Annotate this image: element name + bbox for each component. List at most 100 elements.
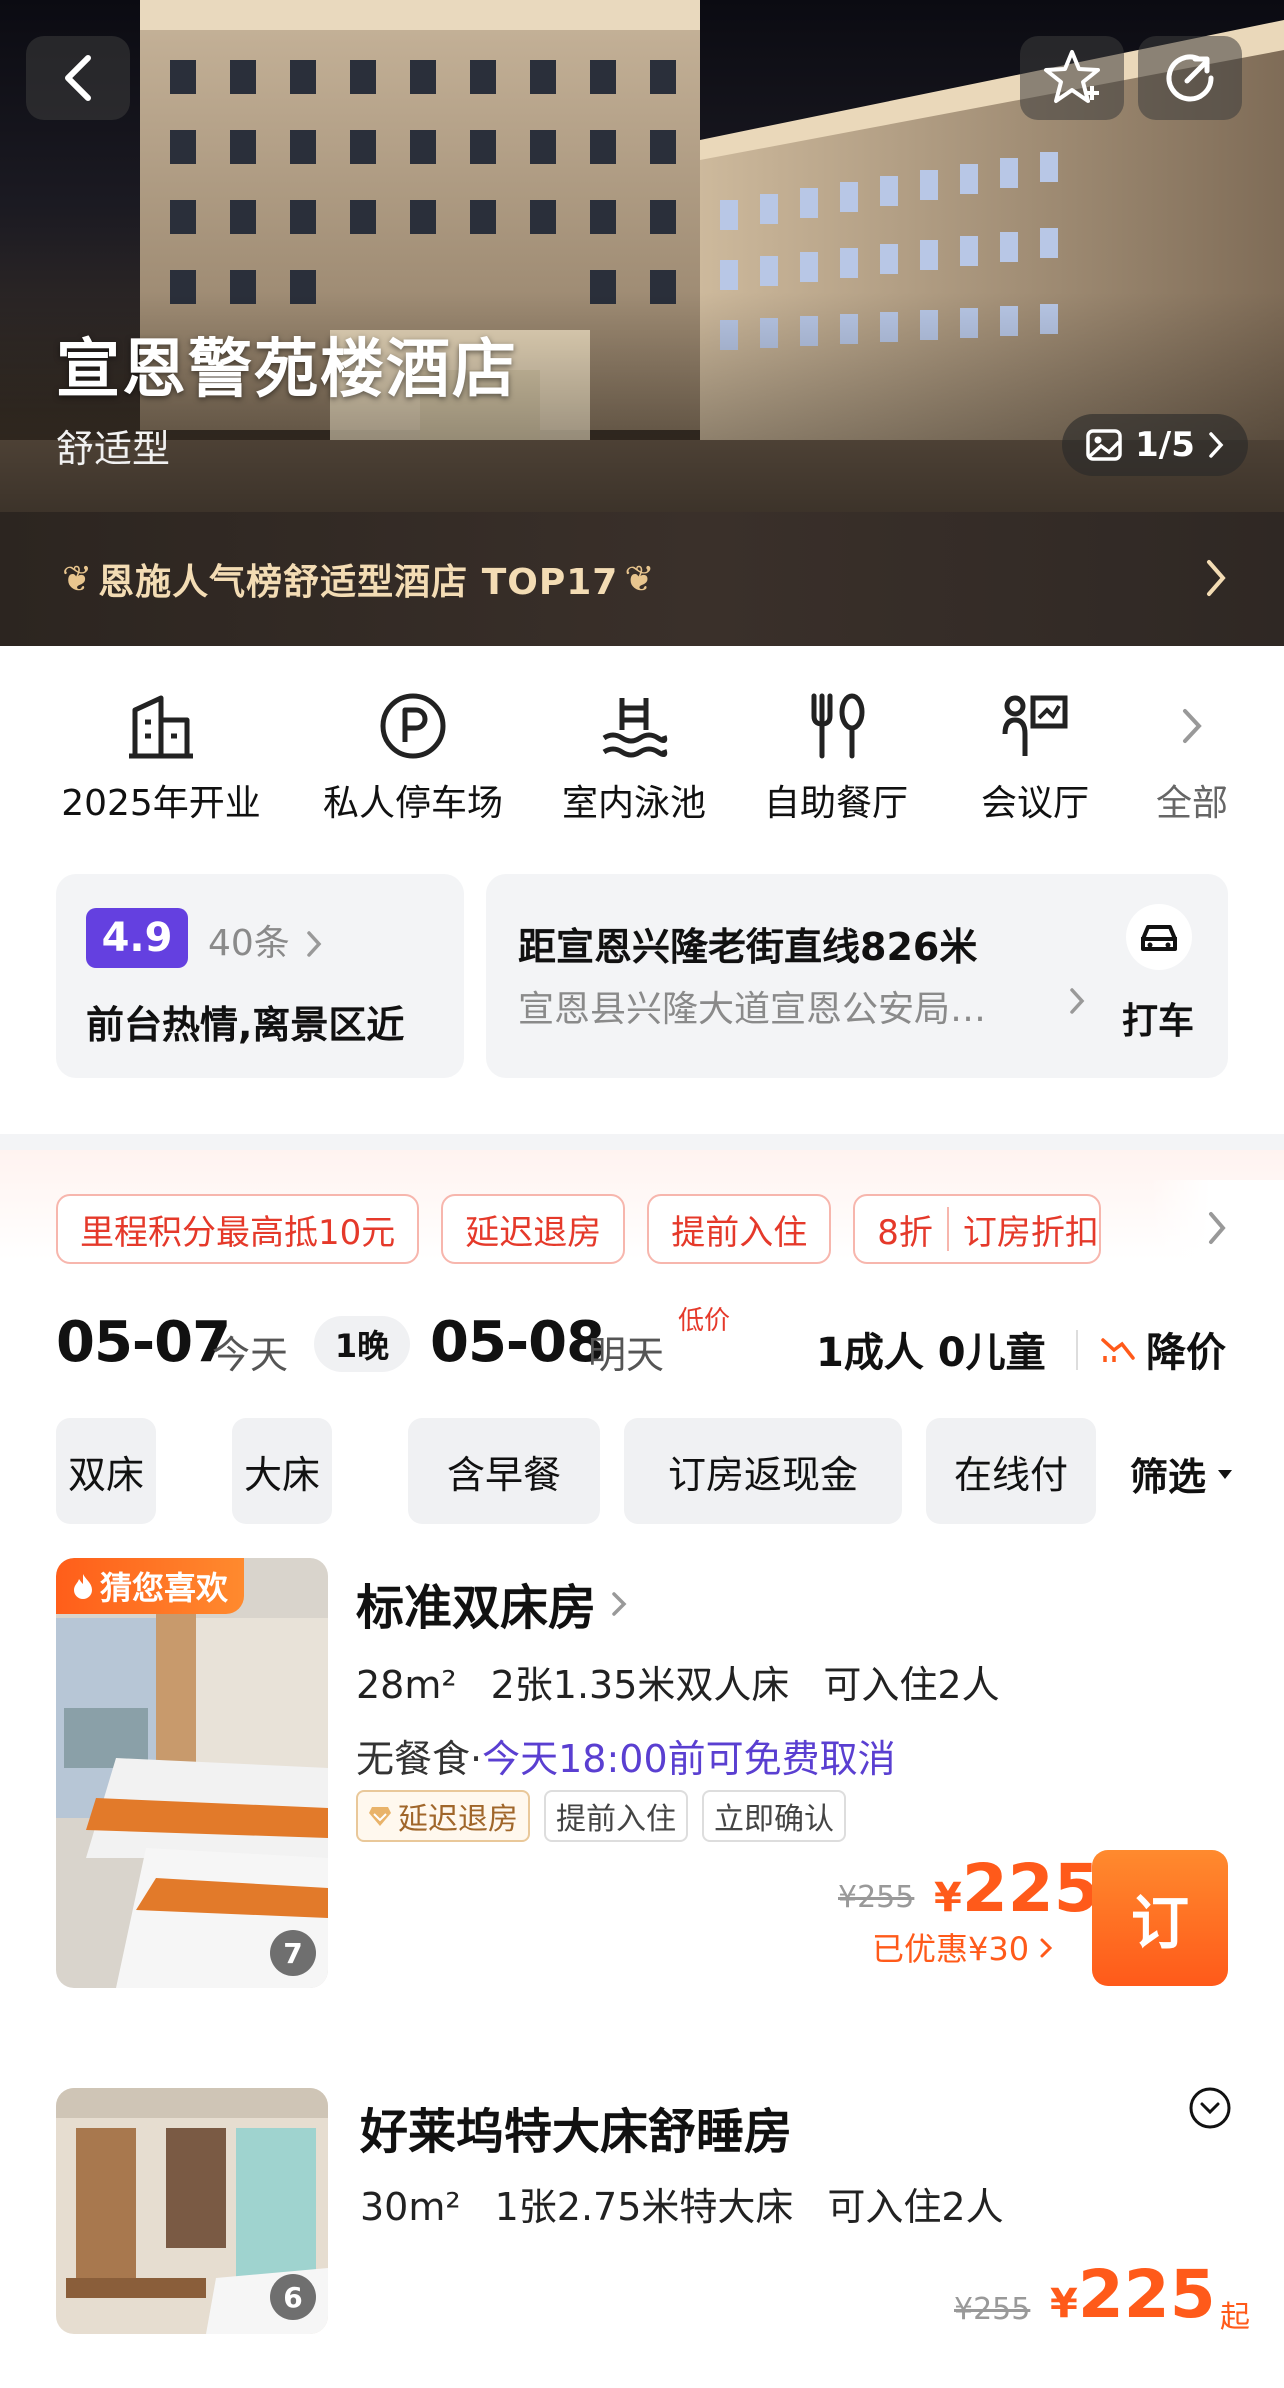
filter-cashback[interactable]: 订房返现金 [624, 1418, 902, 1524]
photo-count-badge: 6 [270, 2274, 316, 2320]
facility-meeting-room[interactable]: 会议厅 [960, 688, 1110, 826]
room-card-hollywood-king[interactable]: 6 好莱坞特大床舒睡房 30m² 1张2.75米特大床 可入住2人 ¥255 ¥22… [0, 2046, 1284, 2388]
promo-more-button[interactable] [1150, 1180, 1284, 1276]
promo-tag-early-checkin[interactable]: 提前入住 [647, 1194, 832, 1264]
facility-label: 自助餐厅 [763, 783, 908, 824]
filter-twin-bed[interactable]: 双床 [56, 1418, 156, 1524]
facility-label: 会议厅 [980, 783, 1089, 824]
restaurant-icon [811, 693, 865, 759]
taxi-label[interactable]: 打车 [1122, 992, 1194, 1044]
room-bed: 1张2.75米特大床 [494, 2185, 794, 2229]
filter-label: 筛选 [1130, 1455, 1207, 1499]
room-name: 标准双床房 [356, 1580, 597, 1636]
chevron-right-icon [307, 931, 322, 957]
back-button[interactable] [26, 36, 130, 120]
share-button[interactable] [1138, 36, 1242, 120]
chevron-right-icon [1209, 1212, 1226, 1244]
review-card[interactable]: 4.9 40条 前台热情,离景区近 [56, 874, 464, 1078]
meal-info: 无餐食 [356, 1737, 471, 1781]
filter-breakfast[interactable]: 含早餐 [408, 1418, 600, 1524]
room-tag-late-checkout: 延迟退房 [356, 1790, 530, 1842]
filter-pay-online[interactable]: 在线付 [926, 1418, 1096, 1524]
current-price: ¥225 [934, 1850, 1100, 1927]
chevron-right-icon [1207, 560, 1226, 596]
promo-tag-late-checkout[interactable]: 延迟退房 [441, 1194, 626, 1264]
room-name: 好莱坞特大床舒睡房 [360, 2104, 793, 2160]
taxi-icon-button[interactable] [1126, 904, 1192, 970]
flame-icon [74, 1574, 92, 1599]
checkout-date[interactable]: 05-08 [430, 1310, 605, 1375]
chevron-right-icon [1070, 988, 1085, 1014]
promo-tag-discount[interactable]: 8折 订房折扣 [853, 1194, 1101, 1264]
book-button[interactable]: 订 [1092, 1850, 1228, 1986]
checkout-day: 明天 [588, 1333, 665, 1377]
tag-label: 延迟退房 [398, 1802, 518, 1837]
room-specs: 28m² 2张1.35米双人床 可入住2人 [356, 1654, 1034, 1709]
location-distance: 距宣恩兴隆老街直线826米 [518, 925, 978, 969]
current-price: ¥225 [1050, 2256, 1216, 2333]
cancel-policy: 今天18:00前可免费取消 [482, 1737, 896, 1781]
hotel-hero-image[interactable]: 宣恩警苑楼酒店 舒适型 1/5 [0, 0, 1284, 512]
guest-count[interactable]: 1成人 0儿童 [816, 1320, 1046, 1378]
hotel-info-section: 2025年开业 私人停车场 室内泳池 自助餐厅 会议厅 全部 4.9 40条 前… [0, 646, 1284, 1134]
facility-opening-year[interactable]: 2025年开业 [56, 688, 266, 826]
room-bed: 2张1.35米双人床 [490, 1663, 790, 1707]
discount-info[interactable]: 已优惠¥30 [872, 1924, 1053, 1970]
hotel-type: 舒适型 [56, 427, 171, 471]
divider [946, 1207, 949, 1251]
facility-parking[interactable]: 私人停车场 [316, 688, 510, 826]
building-icon [129, 695, 193, 759]
ranking-banner[interactable]: ❦ 恩施人气榜舒适型酒店 TOP17 ❦ [0, 512, 1284, 646]
facility-label: 室内泳池 [561, 783, 706, 824]
expand-chevron-icon[interactable] [1188, 2086, 1232, 2130]
price-drop-label: 降价 [1146, 1330, 1226, 1376]
filter-double-bed[interactable]: 大床 [232, 1418, 332, 1524]
room-tag-instant-confirm: 立即确认 [702, 1790, 846, 1842]
facility-pool[interactable]: 室内泳池 [556, 688, 712, 826]
facilities-row: 2025年开业 私人停车场 室内泳池 自助餐厅 会议厅 全部 [0, 688, 1284, 824]
laurel-left-icon: ❦ [62, 558, 93, 600]
divider [1076, 1330, 1078, 1370]
room-area: 30m² [360, 2185, 461, 2229]
star-add-icon [1044, 50, 1100, 103]
review-summary: 前台热情,离景区近 [86, 1003, 405, 1047]
nights-count: 1晚 [314, 1316, 410, 1372]
pool-icon [602, 698, 668, 758]
ranking-text: 恩施人气榜舒适型酒店 TOP17 [98, 562, 619, 603]
facility-buffet[interactable]: 自助餐厅 [758, 688, 914, 826]
checkin-day: 今天 [212, 1333, 289, 1377]
facility-label: 2025年开业 [61, 783, 261, 824]
room-area: 28m² [356, 1663, 457, 1707]
facility-all-button[interactable]: 全部 [1148, 688, 1236, 826]
back-arrow-icon [65, 55, 91, 101]
photo-counter-button[interactable]: 1/5 [1062, 414, 1248, 476]
parking-icon [380, 693, 446, 759]
location-card[interactable]: 距宣恩兴隆老街直线826米 宣恩县兴隆大道宣恩公安局… 打车 [486, 874, 1228, 1078]
promo-tags-row: 里程积分最高抵10元 延迟退房 提前入住 8折 订房折扣 [56, 1194, 1101, 1264]
date-selector[interactable]: 05-07 今天 1晚 05-08 明天 低价 1成人 0儿童 降价 [56, 1300, 1246, 1390]
room-title[interactable]: 标准双床房 [356, 1568, 628, 1638]
facility-label: 私人停车场 [322, 783, 503, 824]
room-tag-early-checkin: 提前入住 [544, 1790, 688, 1842]
room-title[interactable]: 好莱坞特大床舒睡房 [360, 2092, 792, 2162]
photo-count-badge: 7 [270, 1930, 316, 1976]
facility-label: 全部 [1155, 783, 1228, 824]
filter-button[interactable]: 筛选 [1130, 1446, 1234, 1501]
room-photo[interactable]: 猜您喜欢 7 [56, 1558, 328, 1988]
checkin-date[interactable]: 05-07 [56, 1310, 231, 1375]
room-photo[interactable]: 6 [56, 2088, 328, 2334]
car-icon [1141, 925, 1177, 951]
image-icon [1086, 429, 1122, 461]
chevron-right-icon [612, 1592, 627, 1616]
price-drop-button[interactable]: 降价 [1100, 1320, 1226, 1378]
location-address: 宣恩县兴隆大道宣恩公安局… [518, 989, 987, 1030]
room-card-standard-twin[interactable]: 猜您喜欢 7 标准双床房 28m² 2张1.35米双人床 可入住2人 无餐食·今天1… [0, 1550, 1284, 2010]
currency-symbol: ¥ [934, 1875, 962, 1921]
review-score: 4.9 [86, 908, 188, 968]
diamond-icon [369, 1807, 391, 1826]
favorite-button[interactable] [1020, 36, 1124, 120]
promo-tag-miles[interactable]: 里程积分最高抵10元 [56, 1194, 420, 1264]
review-count: 40条 [208, 914, 323, 966]
hotel-name: 宣恩警苑楼酒店 [56, 333, 518, 407]
laurel-right-icon: ❦ [624, 558, 655, 600]
